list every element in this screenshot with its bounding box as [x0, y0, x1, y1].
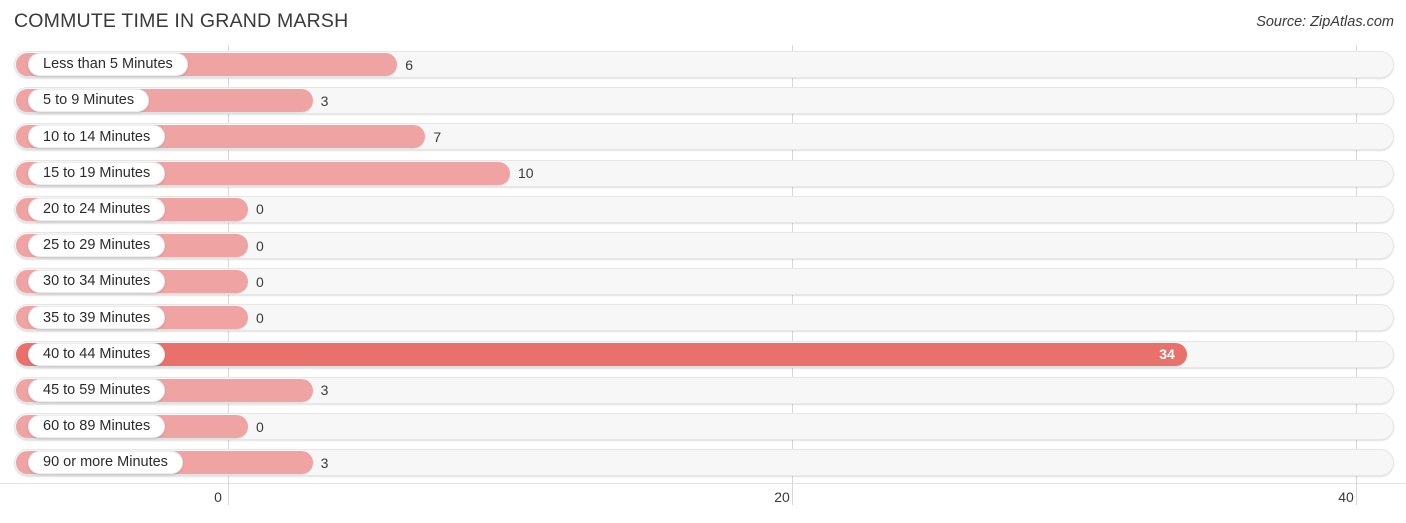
bar-category-label: 10 to 14 Minutes: [28, 125, 166, 149]
bar-row[interactable]: 30 to 34 Minutes 0: [14, 268, 1394, 296]
bar-category-label: 20 to 24 Minutes: [28, 197, 166, 221]
bar-category-label: 40 to 44 Minutes: [28, 342, 166, 366]
bar-value-label: 0: [256, 237, 264, 254]
bar-value-label: 34: [1159, 346, 1175, 363]
x-axis: 0 20 40: [0, 483, 1406, 523]
bar-category-text: 15 to 19 Minutes: [43, 164, 151, 181]
bar-value-label: 0: [256, 273, 264, 290]
bar-row[interactable]: 20 to 24 Minutes 0: [14, 195, 1394, 223]
chart-header: COMMUTE TIME IN GRAND MARSH Source: ZipA…: [0, 0, 1406, 45]
bar-category-label: Less than 5 Minutes: [28, 53, 188, 76]
bar-category-label: 45 to 59 Minutes: [28, 378, 166, 402]
bar-category-text: 35 to 39 Minutes: [43, 309, 151, 326]
axis-tick-label: 40: [1338, 489, 1354, 505]
bar-row[interactable]: 5 to 9 Minutes 3: [14, 87, 1394, 115]
bar-row[interactable]: 40 to 44 Minutes 34: [14, 340, 1394, 368]
bar-category-text: 25 to 29 Minutes: [43, 237, 151, 254]
bar-category-text: 20 to 24 Minutes: [43, 201, 151, 218]
bar-value-label: 10: [518, 165, 534, 182]
bar-category-label: 90 or more Minutes: [28, 451, 183, 475]
bar-row[interactable]: 35 to 39 Minutes 0: [14, 304, 1394, 332]
bar-row[interactable]: 60 to 89 Minutes 0: [14, 413, 1394, 440]
axis-tick-mark: [228, 483, 229, 505]
bar-category-label: 5 to 9 Minutes: [28, 89, 150, 113]
bar-row[interactable]: 45 to 59 Minutes 3: [14, 376, 1394, 404]
bar-category-text: 5 to 9 Minutes: [43, 92, 135, 109]
axis-tick-mark: [792, 483, 793, 505]
bar-rows: Less than 5 Minutes 6 5 to 9 Minutes 3 10 to…: [0, 45, 1406, 483]
bar-category-label: 30 to 34 Minutes: [28, 270, 166, 294]
bar-category-label: 15 to 19 Minutes: [28, 161, 166, 185]
bar-category-label: 35 to 39 Minutes: [28, 306, 166, 330]
bar-fill[interactable]: [16, 342, 1187, 366]
bar-category-label: 60 to 89 Minutes: [28, 415, 166, 438]
axis-tick-label: 20: [774, 489, 790, 505]
bar-value-label: 0: [256, 418, 264, 435]
bar-category-text: 30 to 34 Minutes: [43, 273, 151, 290]
source-attribution: Source: ZipAtlas.com: [1256, 14, 1394, 30]
bar-row[interactable]: 25 to 29 Minutes 0: [14, 232, 1394, 259]
bar-category-text: 45 to 59 Minutes: [43, 382, 151, 399]
bar-value-label: 3: [320, 382, 329, 399]
axis-tick-mark: [1356, 483, 1357, 505]
chart-plot-area: Less than 5 Minutes 6 5 to 9 Minutes 3 10 to…: [0, 45, 1406, 483]
axis-line: [0, 483, 1406, 484]
bar-row[interactable]: Less than 5 Minutes 6: [14, 51, 1394, 78]
bar-category-text: Less than 5 Minutes: [43, 56, 173, 73]
bar-value-label: 0: [256, 309, 264, 326]
axis-tick-label: 0: [214, 489, 222, 505]
bar-category-text: 90 or more Minutes: [43, 454, 168, 471]
bar-category-text: 60 to 89 Minutes: [43, 418, 151, 435]
bar-value-label: 0: [256, 201, 264, 218]
bar-category-label: 25 to 29 Minutes: [28, 234, 166, 257]
bar-row[interactable]: 15 to 19 Minutes 10: [14, 159, 1394, 187]
bar-category-text: 40 to 44 Minutes: [43, 345, 151, 362]
bar-row[interactable]: 10 to 14 Minutes 7: [14, 123, 1394, 151]
bar-value-label: 3: [320, 454, 329, 471]
bar-value-label: 3: [320, 92, 329, 109]
bar-category-text: 10 to 14 Minutes: [43, 128, 151, 145]
bar-value-label: 6: [405, 56, 413, 73]
bar-value-label: 7: [433, 128, 442, 145]
bar-row[interactable]: 90 or more Minutes 3: [14, 449, 1394, 477]
page-title: COMMUTE TIME IN GRAND MARSH: [14, 10, 349, 32]
